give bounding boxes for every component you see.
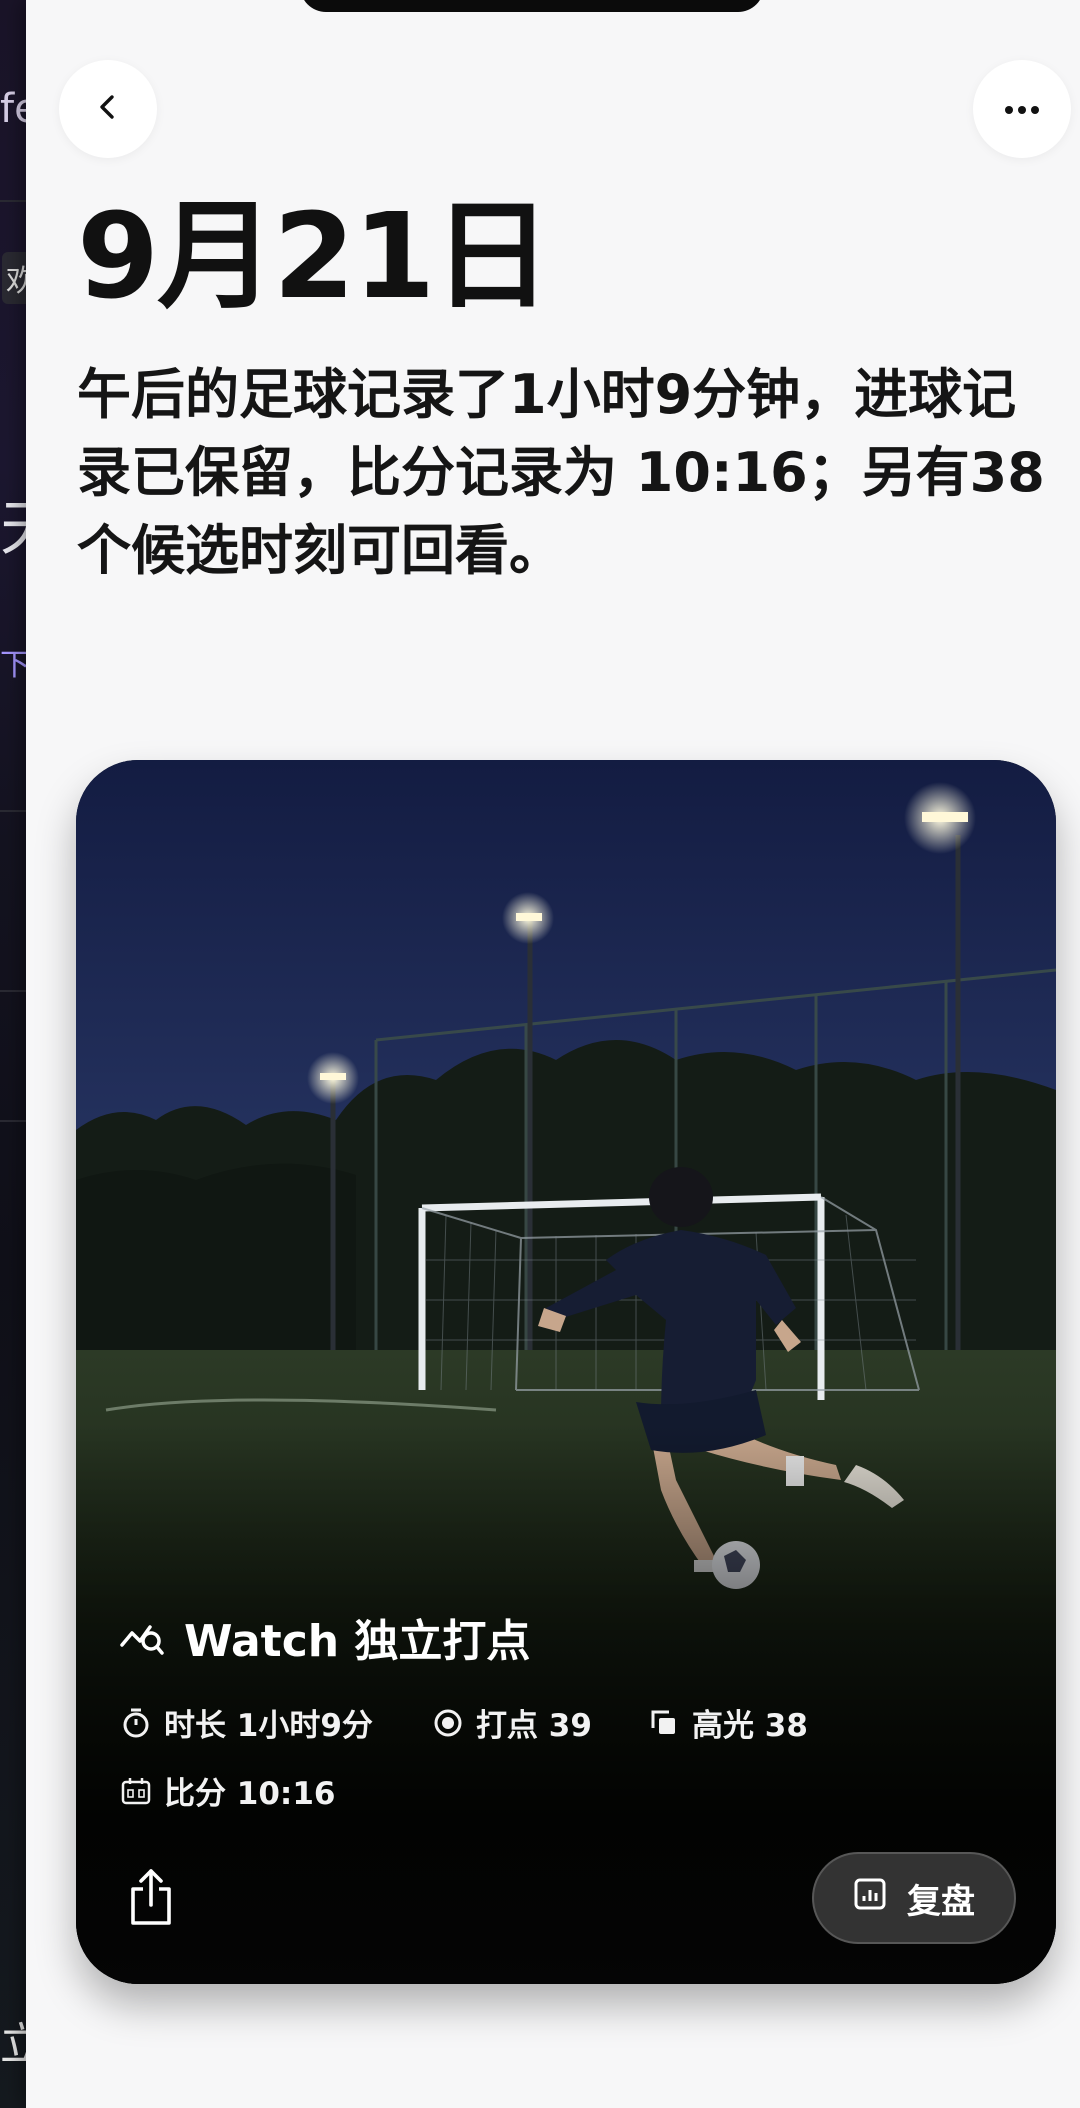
review-button-label: 复盘 bbox=[907, 1881, 975, 1922]
stat-highlights: 高光 38 bbox=[648, 1700, 808, 1745]
share-icon bbox=[127, 1867, 175, 1931]
stat-marks-text: 打点 39 bbox=[476, 1708, 592, 1744]
watch-activity-icon bbox=[120, 1615, 164, 1659]
chevron-left-icon bbox=[93, 92, 123, 126]
more-button[interactable] bbox=[973, 60, 1071, 158]
screen: fe 欢 天 下边 立 9月21日 bbox=[0, 0, 1080, 2108]
stat-score: 比分 10:16 bbox=[120, 1768, 335, 1813]
stat-score-text: 比分 10:16 bbox=[164, 1776, 336, 1812]
scoreboard-icon bbox=[120, 1775, 152, 1807]
activity-source: Watch 独立打点 bbox=[120, 1605, 530, 1669]
stat-duration: 时长 1小时9分 bbox=[120, 1700, 373, 1745]
back-button[interactable] bbox=[59, 60, 157, 158]
stat-highlights-text: 高光 38 bbox=[692, 1708, 808, 1744]
record-icon bbox=[432, 1707, 464, 1739]
source-label: Watch 独立打点 bbox=[184, 1616, 531, 1667]
detail-sheet: 9月21日 午后的足球记录了1小时9分钟，进球记录已保留，比分记录为 10:16… bbox=[26, 0, 1080, 2108]
ellipsis-icon bbox=[1004, 100, 1040, 119]
review-button[interactable]: 复盘 bbox=[812, 1852, 1016, 1944]
activity-summary: 午后的足球记录了1小时9分钟，进球记录已保留，比分记录为 10:16；另有38 … bbox=[77, 363, 1045, 582]
activity-card[interactable]: Watch 独立打点 时长 1小时9分 打点 39 高光 38 比分 10:16… bbox=[76, 760, 1056, 1984]
stat-marks: 打点 39 bbox=[432, 1700, 592, 1745]
timer-icon bbox=[120, 1707, 152, 1739]
page-title: 9月21日 bbox=[77, 187, 551, 325]
share-button[interactable] bbox=[124, 1866, 178, 1932]
highlights-icon bbox=[648, 1707, 680, 1739]
dynamic-island bbox=[300, 0, 764, 12]
card-content: Watch 独立打点 时长 1小时9分 打点 39 高光 38 比分 10:16… bbox=[76, 760, 1056, 1984]
stat-duration-text: 时长 1小时9分 bbox=[164, 1708, 373, 1744]
chart-icon bbox=[853, 1877, 887, 1920]
